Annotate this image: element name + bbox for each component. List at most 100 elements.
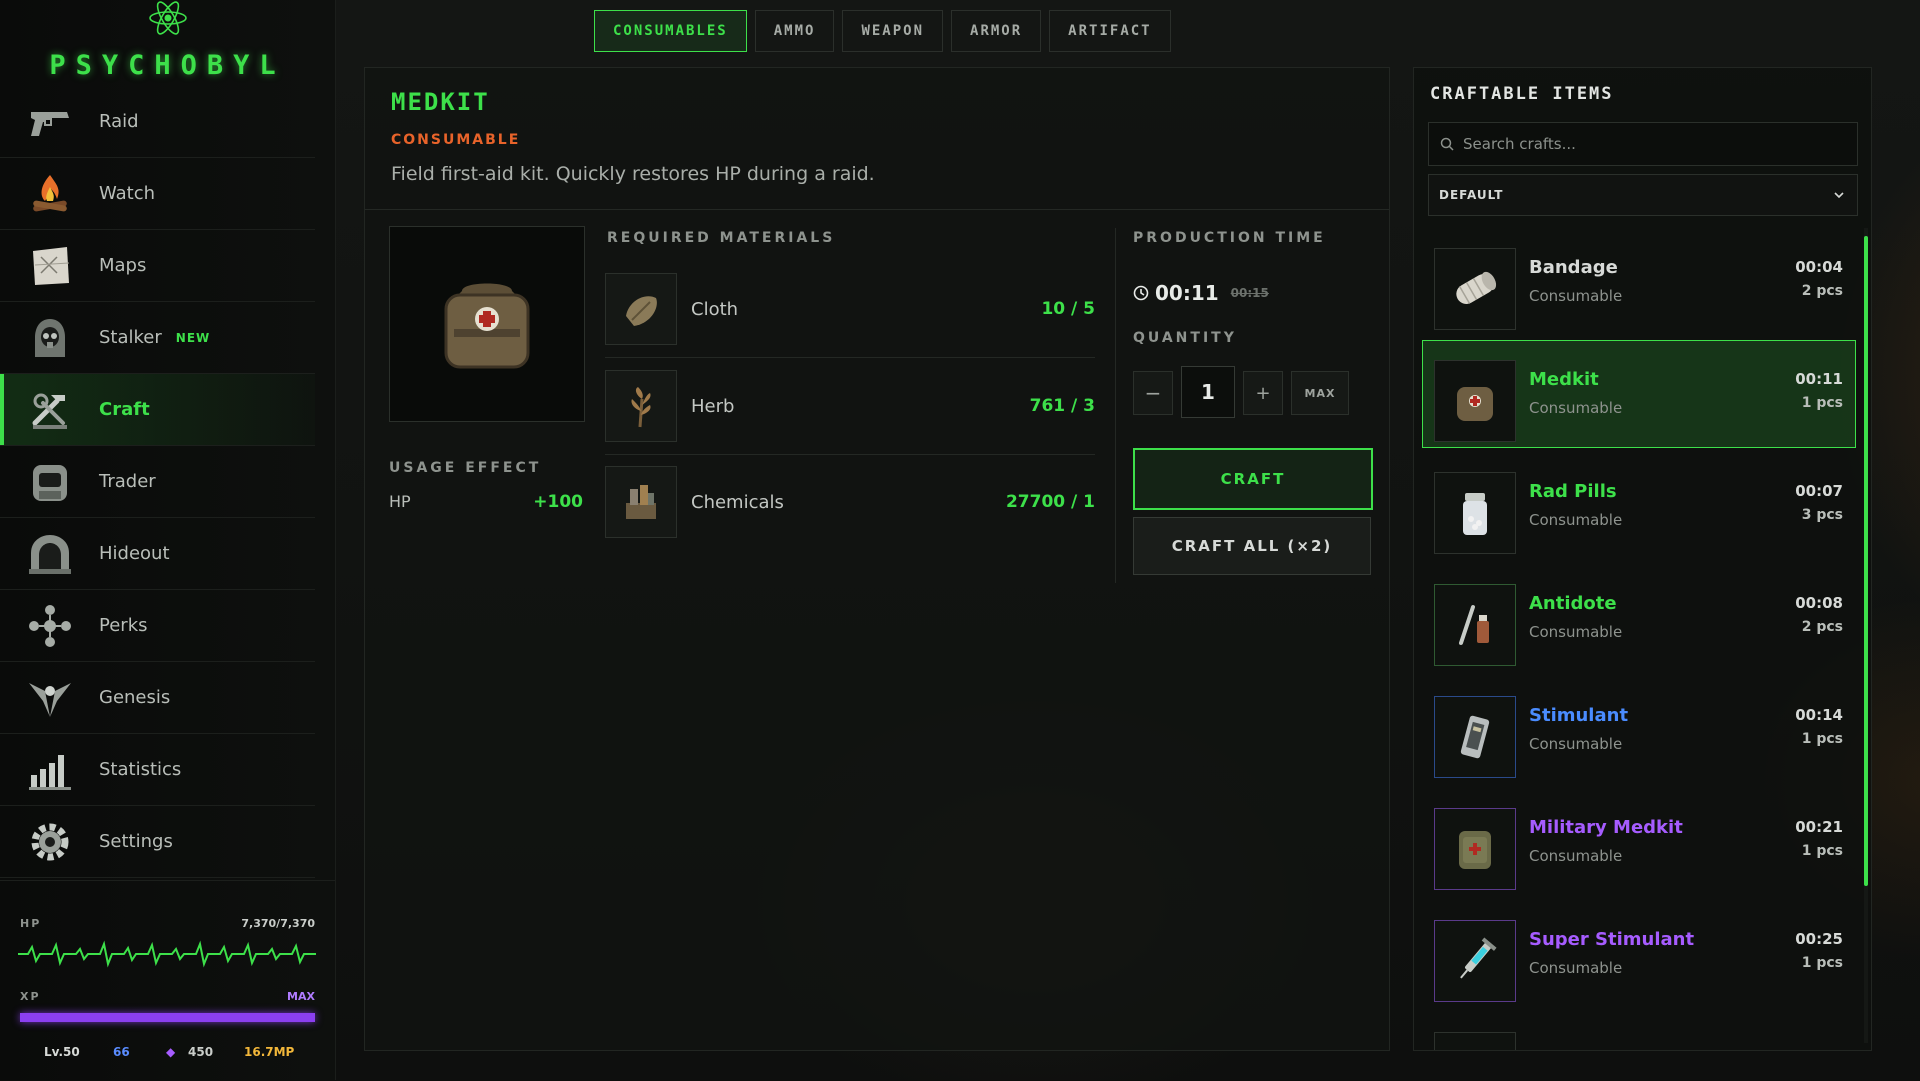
tab-weapon[interactable]: WEAPON bbox=[842, 10, 944, 52]
herb-icon bbox=[605, 370, 677, 442]
quantity-increase-button[interactable]: + bbox=[1243, 371, 1283, 415]
effect-value: +100 bbox=[533, 492, 583, 512]
sidebar-item-hideout[interactable]: Hideout bbox=[0, 518, 315, 590]
stimulant-icon bbox=[1434, 696, 1516, 778]
xp-bar bbox=[20, 1013, 315, 1022]
sidebar-item-stalker[interactable]: Stalker NEW bbox=[0, 302, 315, 374]
settings-gear-icon bbox=[25, 817, 75, 867]
sidebar-item-perks[interactable]: Perks bbox=[0, 590, 315, 662]
craftable-item-military-medkit[interactable]: Military Medkit Consumable 00:21 1 pcs bbox=[1422, 788, 1856, 896]
sidebar-item-settings[interactable]: Settings bbox=[0, 806, 315, 878]
craftable-item-antidote[interactable]: Antidote Consumable 00:08 2 pcs bbox=[1422, 564, 1856, 672]
medkit-icon bbox=[1434, 360, 1516, 442]
craftable-item-quantity: 1 pcs bbox=[1801, 955, 1843, 971]
item-type: CONSUMABLE bbox=[391, 132, 521, 148]
material-row: Chemicals 27700 / 1 bbox=[605, 457, 1095, 547]
military-medkit-icon bbox=[1434, 808, 1516, 890]
sidebar-item-maps[interactable]: Maps bbox=[0, 230, 315, 302]
usage-effect-heading: USAGE EFFECT bbox=[389, 460, 542, 476]
production-time-original: 00:15 bbox=[1230, 286, 1269, 300]
sort-dropdown[interactable]: DEFAULT bbox=[1428, 174, 1858, 216]
sidebar-item-label: Trader bbox=[99, 471, 156, 492]
item-description: Field first-aid kit. Quickly restores HP… bbox=[391, 163, 875, 185]
craftable-item-bandage[interactable]: Bandage Consumable 00:04 2 pcs bbox=[1422, 228, 1856, 336]
tab-consumables[interactable]: CONSUMABLES bbox=[594, 10, 747, 52]
tab-armor[interactable]: ARMOR bbox=[951, 10, 1042, 52]
craftable-item-time: 00:08 bbox=[1795, 594, 1843, 612]
sidebar-item-label: Craft bbox=[99, 399, 150, 420]
sidebar-item-label: Statistics bbox=[99, 759, 182, 780]
scrollbar-thumb[interactable] bbox=[1864, 236, 1868, 886]
logo: PSYCHOBYL bbox=[0, 0, 335, 86]
search-input[interactable] bbox=[1461, 123, 1845, 165]
tab-ammo[interactable]: AMMO bbox=[754, 10, 835, 52]
crystal-icon: ◆ bbox=[166, 1045, 176, 1059]
craftable-item-type: Consumable bbox=[1529, 847, 1623, 865]
money-value: 16.7MP bbox=[244, 1045, 295, 1059]
hp-label: HP bbox=[20, 917, 42, 930]
material-count: 761 / 3 bbox=[1029, 396, 1095, 416]
sidebar-item-label: Watch bbox=[99, 183, 156, 204]
craftable-item-medkit[interactable]: Medkit Consumable 00:11 1 pcs bbox=[1422, 340, 1856, 448]
sidebar-item-label: Genesis bbox=[99, 687, 171, 708]
item-detail-panel: MEDKIT CONSUMABLE Field first-aid kit. Q… bbox=[364, 67, 1390, 1051]
sidebar-item-label: Maps bbox=[99, 255, 147, 276]
search-box bbox=[1428, 122, 1858, 166]
quantity-input[interactable]: 1 bbox=[1181, 366, 1235, 418]
sidebar: PSYCHOBYL Raid Watch Maps Stalker NEW Cr… bbox=[0, 0, 336, 1080]
crystals-value: 450 bbox=[188, 1045, 214, 1059]
material-count: 27700 / 1 bbox=[1005, 492, 1095, 512]
craftable-item-super-stimulant[interactable]: Super Stimulant Consumable 00:25 1 pcs bbox=[1422, 900, 1856, 1008]
chemicals-icon bbox=[605, 466, 677, 538]
craftable-item-name: Rad Pills bbox=[1529, 481, 1617, 502]
sidebar-item-raid[interactable]: Raid bbox=[0, 86, 315, 158]
new-badge: NEW bbox=[175, 330, 211, 345]
divider bbox=[605, 454, 1095, 455]
item-title: MEDKIT bbox=[391, 88, 490, 116]
craftable-item-time: 00:21 bbox=[1795, 818, 1843, 836]
craftable-item-quantity: 1 pcs bbox=[1801, 395, 1843, 411]
craftable-item-name: Antidote bbox=[1529, 593, 1617, 614]
craftable-item-time: 00:07 bbox=[1795, 482, 1843, 500]
sidebar-item-craft[interactable]: Craft bbox=[0, 374, 315, 446]
craftable-item-quantity: 1 pcs bbox=[1801, 843, 1843, 859]
hp-value: 7,370/7,370 bbox=[241, 917, 315, 930]
divider bbox=[1115, 228, 1116, 583]
antidote-icon bbox=[1434, 584, 1516, 666]
sidebar-item-label: Hideout bbox=[99, 543, 170, 564]
production-time-value: 00:11 bbox=[1155, 281, 1219, 305]
craftable-item-rad-pills[interactable]: Rad Pills Consumable 00:07 3 pcs bbox=[1422, 452, 1856, 560]
production-time-heading: PRODUCTION TIME bbox=[1133, 230, 1326, 246]
sidebar-item-label: Perks bbox=[99, 615, 148, 636]
category-tabs: CONSUMABLES AMMO WEAPON ARMOR ARTIFACT bbox=[594, 10, 1171, 52]
heartbeat-line bbox=[18, 940, 316, 968]
quantity-heading: QUANTITY bbox=[1133, 330, 1237, 346]
craft-button[interactable]: CRAFT bbox=[1133, 448, 1373, 510]
material-name: Chemicals bbox=[691, 491, 784, 513]
craftable-item-partial[interactable] bbox=[1422, 1012, 1856, 1050]
bandage-icon bbox=[1434, 248, 1516, 330]
logo-text: PSYCHOBYL bbox=[49, 50, 286, 81]
tab-artifact[interactable]: ARTIFACT bbox=[1049, 10, 1171, 52]
material-count: 10 / 5 bbox=[1041, 299, 1095, 319]
trader-icon bbox=[25, 457, 75, 507]
pills-icon bbox=[1434, 472, 1516, 554]
craftable-item-name: Bandage bbox=[1529, 257, 1618, 278]
required-materials-heading: REQUIRED MATERIALS bbox=[607, 230, 836, 246]
craftable-item-type: Consumable bbox=[1529, 623, 1623, 641]
statistics-icon bbox=[25, 745, 75, 795]
quantity-max-button[interactable]: MAX bbox=[1291, 371, 1349, 415]
stalker-icon bbox=[25, 313, 75, 363]
material-name: Cloth bbox=[691, 298, 739, 320]
craftable-item-type: Consumable bbox=[1529, 959, 1623, 977]
map-icon bbox=[25, 241, 75, 291]
quantity-decrease-button[interactable]: − bbox=[1133, 371, 1173, 415]
search-icon bbox=[1440, 137, 1454, 151]
sidebar-item-genesis[interactable]: Genesis bbox=[0, 662, 315, 734]
sidebar-item-statistics[interactable]: Statistics bbox=[0, 734, 315, 806]
craft-all-button[interactable]: CRAFT ALL (×2) bbox=[1133, 517, 1371, 575]
craftable-item-stimulant[interactable]: Stimulant Consumable 00:14 1 pcs bbox=[1422, 676, 1856, 784]
sidebar-item-watch[interactable]: Watch bbox=[0, 158, 315, 230]
hideout-icon bbox=[25, 529, 75, 579]
sidebar-item-trader[interactable]: Trader bbox=[0, 446, 315, 518]
